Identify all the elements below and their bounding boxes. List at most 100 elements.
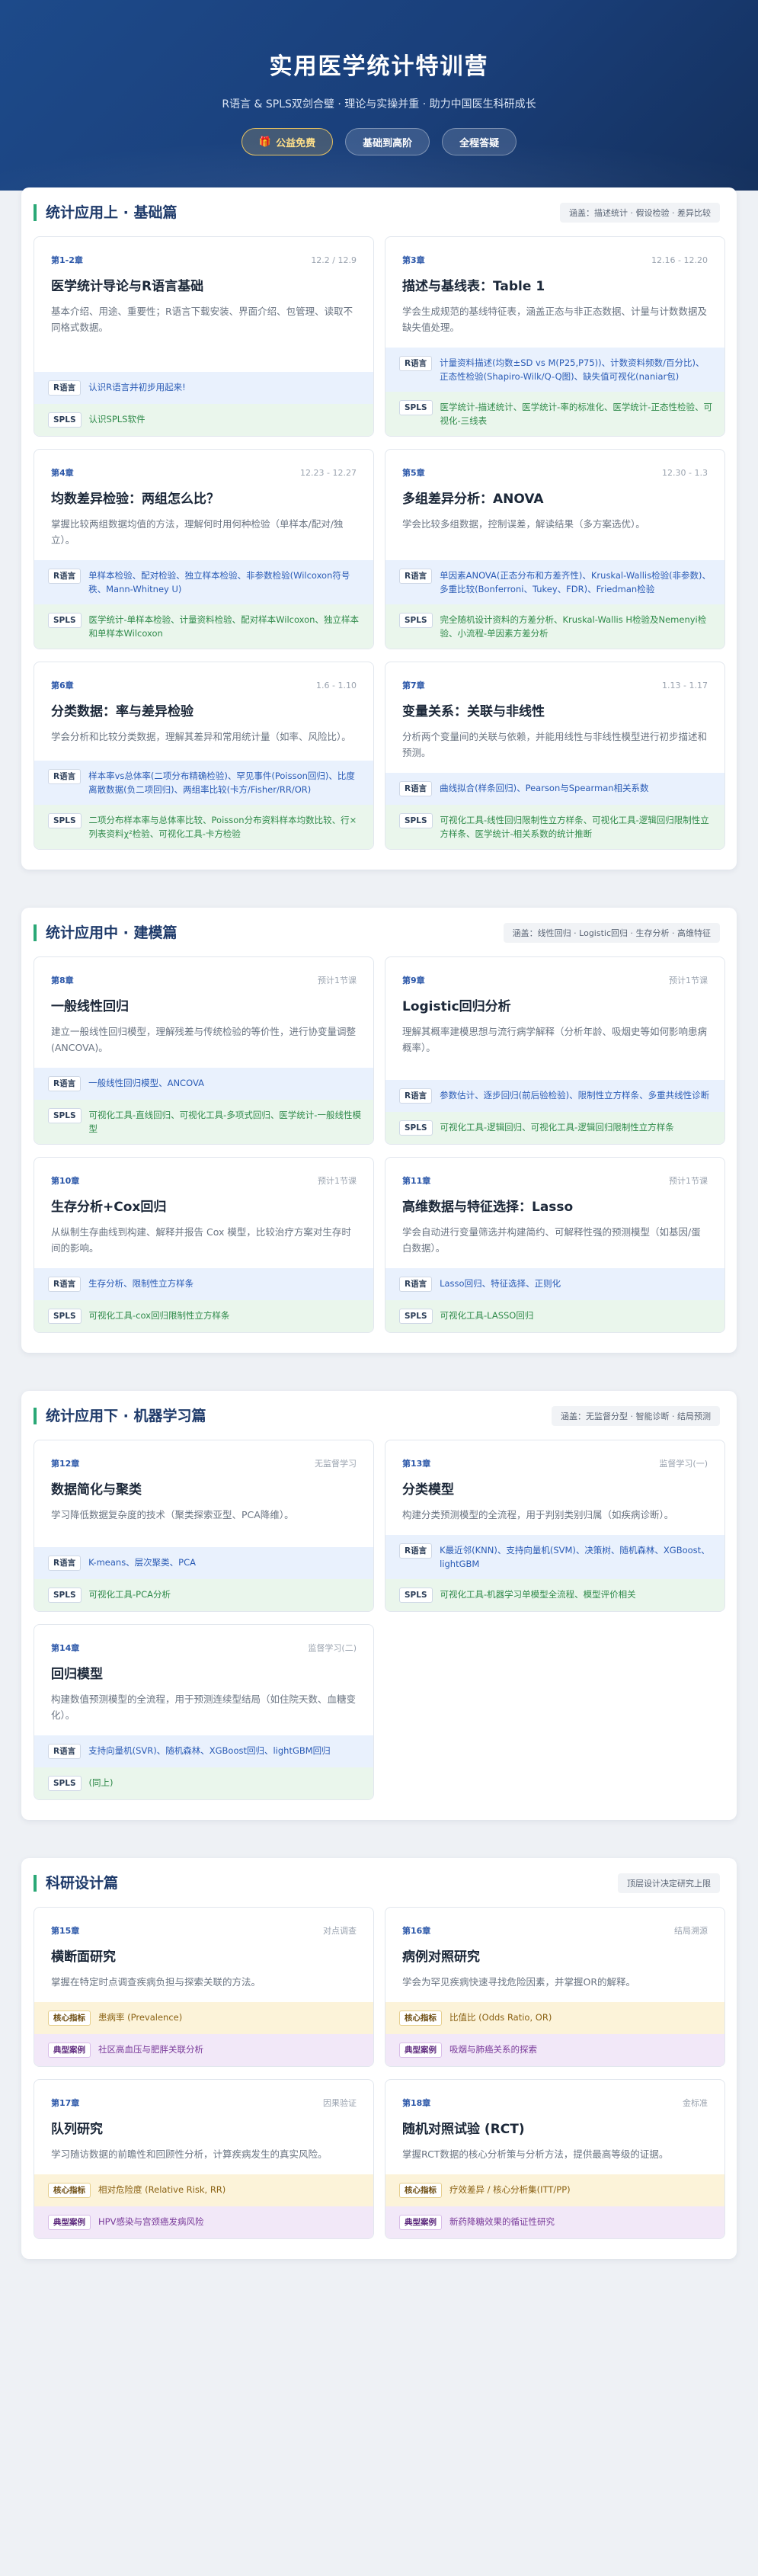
case-row-badge: 典型案例 [48, 2215, 91, 2230]
card-body: 第14章 监督学习(二) 回归模型 构建数值预测模型的全流程，用于预测连续型结局（如住… [34, 1625, 373, 1735]
chapter-card: 第18章 金标准 随机对照试验 (RCT) 掌握RCT数据的核心分析策与分析方法，提供… [385, 2079, 725, 2239]
page-subtitle: R语言 & SPLS双剑合璧 · 理论与实操并重 · 助力中国医生科研成长 [222, 98, 536, 111]
course-section: 统计应用上 · 基础篇 涵盖：描述统计 · 假设检验 · 差异比较 第1-2章 12.… [21, 187, 737, 870]
spls-row-badge: SPLS [399, 1120, 433, 1136]
r-language-row-text: 支持向量机(SVR)、随机森林、XGBoost回归、lightGBM回归 [88, 1745, 331, 1756]
chapter-desc: 学会自动进行变量筛选并构建简约、可解释性强的预测模型（如基因/蛋白数据）。 [402, 1226, 701, 1254]
chapter-number: 第5章 [402, 468, 425, 478]
r-language-row: R语言 计量资料描述(均数±SD vs M(P25,P75))、计数资料频数/百分… [385, 348, 724, 392]
r-language-row-badge: R语言 [399, 1543, 433, 1559]
card-meta: 第13章 监督学习(一) [402, 1457, 708, 1469]
chapter-number: 第12章 [51, 1459, 80, 1469]
r-language-row-badge: R语言 [48, 769, 82, 784]
chapter-number: 第3章 [402, 255, 425, 265]
r-language-row-badge: R语言 [48, 1277, 82, 1292]
chapter-title: 多组差异分析：ANOVA [402, 492, 544, 507]
r-language-row-badge: R语言 [48, 1556, 82, 1571]
chapter-card: 第11章 预计1节课高维数据与特征选择：Lasso 学会自动进行变量筛选并构建简约、… [385, 1157, 725, 1333]
section-title: 统计应用下 · 机器学习篇 [34, 1408, 206, 1424]
section-header: 科研设计篇 顶层设计决定研究上限 [21, 1858, 737, 1907]
chapter-date: 预计1节课 [669, 1176, 708, 1186]
card-body: 第12章 无监督学习 数据简化与聚类 学习降低数据复杂度的技术（聚类探索亚型、PCA降… [34, 1440, 373, 1547]
card-meta: 第16章 结局溯源 [402, 1924, 708, 1937]
chapter-number: 第11章 [402, 1176, 431, 1186]
chapter-date: 预计1节课 [669, 976, 708, 985]
chapter-title: 病例对照研究 [402, 1950, 480, 1965]
chapter-number: 第6章 [51, 681, 74, 690]
card-body: 第5章 12.30 - 1.3 多组差异分析：ANOVA 学会比较多组数据，控制误差，… [385, 450, 724, 560]
card-meta: 第14章 监督学习(二) [51, 1642, 357, 1654]
spls-row-text: 二项分布样本率与总体率比较、Poisson分布资料样本均数比较、行×列表资料χ²… [88, 815, 357, 839]
chapter-title: 数据简化与聚类 [51, 1482, 142, 1498]
chapter-date: 金标准 [683, 2098, 708, 2108]
spls-row-badge: SPLS [48, 1588, 82, 1603]
spls-row-badge: SPLS [399, 813, 433, 828]
key-metric-row: 核心指标 比值比 (Odds Ratio, OR) [385, 2002, 724, 2034]
spls-row-text: 认识SPLS软件 [88, 414, 146, 425]
course-section: 统计应用下 · 机器学习篇 涵盖：无监督分型 · 智能诊断 · 结局预测 第12章 无… [21, 1391, 737, 1820]
r-language-row: R语言 K最近邻(KNN)、支持向量机(SVM)、决策树、随机森林、XGBoost… [385, 1535, 724, 1579]
card-body: 第4章 12.23 - 12.27 均数差异检验：两组怎么比？ 掌握比较两组数据均值的… [34, 450, 373, 560]
card-grid: 第8章 预计1节课 一般线性回归 建立一般线性回归模型，理解残差与传统检验的等价性，进… [21, 956, 737, 1333]
spls-row-text: 可视化工具-LASSO回归 [440, 1310, 534, 1321]
chapter-title: 均数差异检验：两组怎么比？ [51, 492, 219, 507]
chapter-desc: 基本介绍、用途、重要性；R语言下载安装、界面介绍、包管理、读取不同格式数据。 [51, 306, 353, 333]
chapter-date: 12.16 - 12.20 [651, 255, 708, 265]
case-row-text: 吸烟与肺癌关系的探索 [449, 2044, 537, 2055]
chapter-card: 第3章 12.16 - 12.20 描述与基线表：Table 1 学会生成规范的基线特… [385, 236, 725, 437]
case-row-badge: 典型案例 [48, 2043, 91, 2058]
chapter-number: 第14章 [51, 1643, 80, 1653]
key-metric-row-badge: 核心指标 [399, 2183, 442, 2198]
free-pill: 🎁 公益免费 [241, 128, 334, 155]
spls-row-text: 可视化工具-cox回归限制性立方样条 [88, 1310, 230, 1321]
spls-row: SPLS 二项分布样本率与总体率比较、Poisson分布资料样本均数比较、行×列表… [34, 805, 373, 849]
chapter-title: 描述与基线表：Table 1 [402, 279, 545, 294]
section-tag: 涵盖：描述统计 · 假设检验 · 差异比较 [560, 203, 720, 223]
card-meta: 第4章 12.23 - 12.27 [51, 466, 357, 479]
r-language-row-text: 单因素ANOVA(正态分布和方差齐性)、Kruskal-Wallis检验(非参数… [440, 570, 712, 594]
chapter-desc: 掌握RCT数据的核心分析策与分析方法，提供最高等级的证据。 [402, 2148, 669, 2160]
section-header: 统计应用下 · 机器学习篇 涵盖：无监督分型 · 智能诊断 · 结局预测 [21, 1391, 737, 1440]
r-language-row-badge: R语言 [399, 1088, 433, 1104]
spls-row-badge: SPLS [48, 813, 82, 828]
r-language-row: R语言 K-means、层次聚类、PCA [34, 1547, 373, 1579]
chapter-title: Logistic回归分析 [402, 999, 511, 1014]
r-language-row: R语言 样本率vs总体率(二项分布精确检验)、罕见事件(Poisson回归)、比度… [34, 761, 373, 805]
spls-row-badge: SPLS [48, 1776, 82, 1791]
spls-row-text: 医学统计-单样本检验、计量资料检验、配对样本Wilcoxon、独立样本和单样本W… [88, 614, 359, 639]
chapter-date: 对点调查 [323, 1926, 357, 1936]
r-language-row: R语言 生存分析、限制性立方样条 [34, 1268, 373, 1300]
card-body: 第7章 1.13 - 1.17 变量关系：关联与非线性 分析两个变量间的关联与依赖，并… [385, 662, 724, 773]
course-section: 科研设计篇 顶层设计决定研究上限 第15章 对点调查 横断面研究 掌握在特定时点调查疾病负… [21, 1858, 737, 2259]
case-row-text: 社区高血压与肥胖关联分析 [98, 2044, 203, 2055]
chapter-number: 第15章 [51, 1926, 80, 1936]
chapter-card: 第4章 12.23 - 12.27 均数差异检验：两组怎么比？ 掌握比较两组数据均值的… [34, 449, 374, 649]
card-meta: 第9章 预计1节课 [402, 974, 708, 986]
case-row: 典型案例 新药降糖效果的循证性研究 [385, 2206, 724, 2238]
card-body: 第11章 预计1节课高维数据与特征选择：Lasso 学会自动进行变量筛选并构建简约、… [385, 1158, 724, 1268]
r-language-row-badge: R语言 [48, 1076, 82, 1091]
spls-row: SPLS (同上) [34, 1767, 373, 1799]
section-title: 统计应用中 · 建模篇 [34, 924, 177, 941]
chapter-card: 第8章 预计1节课 一般线性回归 建立一般线性回归模型，理解残差与传统检验的等价性，进… [34, 956, 374, 1145]
r-language-row: R语言 单样本检验、配对检验、独立样本检验、非参数检验(Wilcoxon符号秩、M… [34, 560, 373, 604]
chapter-desc: 构建分类预测模型的全流程，用于判别类别归属（如疾病诊断）。 [402, 1509, 674, 1520]
key-metric-row-text: 疗效差异 / 核心分析集(ITT/PP) [449, 2184, 571, 2195]
chapter-number: 第8章 [51, 976, 74, 985]
gift-icon: 🎁 [258, 136, 272, 148]
card-meta: 第11章 预计1节课 [402, 1174, 708, 1187]
card-body: 第17章 因果验证 队列研究 学习随访数据的前瞻性和回顾性分析，计算疾病发生的真实风险… [34, 2080, 373, 2174]
chapter-card: 第10章 预计1节课 生存分析+Cox回归 从纵制生存曲线到构建、解释并报告 Cox … [34, 1157, 374, 1333]
chapter-title: 高维数据与特征选择：Lasso [402, 1200, 574, 1215]
r-language-row-text: 参数估计、逐步回归(前后验检验)、限制性立方样条、多重共线性诊断 [440, 1090, 710, 1101]
card-body: 第1-2章 12.2 / 12.9 医学统计导论与R语言基础 基本介绍、用途、重要性；… [34, 237, 373, 372]
chapter-number: 第10章 [51, 1176, 80, 1186]
page-title: 实用医学统计特训营 [269, 53, 489, 80]
card-body: 第16章 结局溯源 病例对照研究 学会为罕见疾病快速寻找危险因素，并掌握OR的解释。 [385, 1908, 724, 2002]
chapter-date: 监督学习(一) [659, 1459, 708, 1469]
chapter-desc: 掌握在特定时点调查疾病负担与探索关联的方法。 [51, 1976, 261, 1988]
spls-row-badge: SPLS [399, 1588, 433, 1603]
r-language-row-text: K-means、层次聚类、PCA [88, 1557, 197, 1568]
card-meta: 第3章 12.16 - 12.20 [402, 254, 708, 266]
spls-row: SPLS 可视化工具-直线回归、可视化工具-多项式回归、医学统计-一般线性模型 [34, 1100, 373, 1144]
